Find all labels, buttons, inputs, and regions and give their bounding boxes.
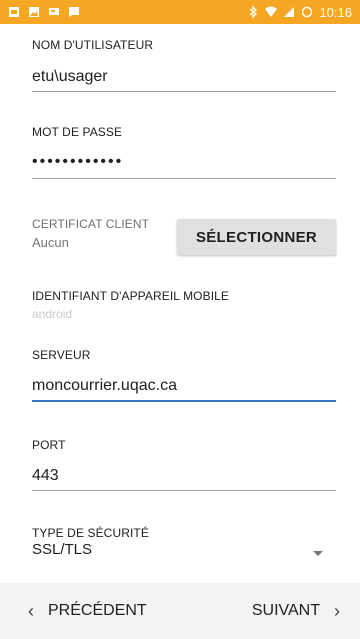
port-field[interactable]: 443 [32, 467, 59, 485]
client-certificate-label: CERTIFICAT CLIENT [32, 217, 150, 231]
password-underline [32, 178, 336, 179]
previous-label: PRÉCÉDENT [48, 602, 147, 619]
next-button[interactable]: SUIVANT › [252, 583, 340, 639]
account-settings-form: NOM D'UTILISATEUR etu\usager MOT DE PASS… [0, 24, 360, 572]
username-field[interactable]: etu\usager [32, 68, 108, 86]
security-type-select[interactable]: SSL/TLS [32, 541, 92, 558]
signal-icon [283, 6, 295, 18]
port-label: PORT [32, 438, 66, 452]
select-certificate-button[interactable]: SÉLECTIONNER [177, 219, 336, 255]
device-id-value: android [32, 307, 73, 321]
dropdown-arrow-icon[interactable] [313, 551, 323, 556]
bluetooth-icon [247, 6, 259, 18]
bottom-nav-bar: ‹ PRÉCÉDENT SUIVANT › [0, 583, 360, 639]
battery-icon [301, 6, 313, 18]
status-bar: 10:16 [0, 0, 360, 24]
server-field[interactable]: moncourrier.uqac.ca [32, 377, 177, 395]
previous-button[interactable]: ‹ PRÉCÉDENT [28, 583, 147, 639]
password-label: MOT DE PASSE [32, 125, 123, 139]
sim-card-icon [8, 6, 20, 18]
password-field[interactable]: •••••••••••• [32, 153, 123, 171]
chevron-right-icon: › [334, 600, 340, 621]
device-id-label: IDENTIFIANT D'APPAREIL MOBILE [32, 289, 230, 303]
chevron-left-icon: ‹ [28, 600, 34, 621]
status-right-icons: 10:16 [247, 5, 352, 20]
username-underline [32, 91, 336, 92]
chat-icon [48, 6, 60, 18]
client-certificate-value: Aucun [32, 235, 69, 250]
image-icon [28, 6, 40, 18]
port-underline [32, 490, 336, 491]
username-label: NOM D'UTILISATEUR [32, 38, 154, 52]
status-left-icons [8, 6, 80, 18]
message-icon [68, 6, 80, 18]
server-underline [32, 400, 336, 402]
wifi-icon [265, 6, 278, 18]
security-type-label: TYPE DE SÉCURITÉ [32, 526, 149, 540]
server-label: SERVEUR [32, 348, 91, 362]
status-time: 10:16 [319, 4, 352, 20]
next-label: SUIVANT [251, 602, 320, 619]
